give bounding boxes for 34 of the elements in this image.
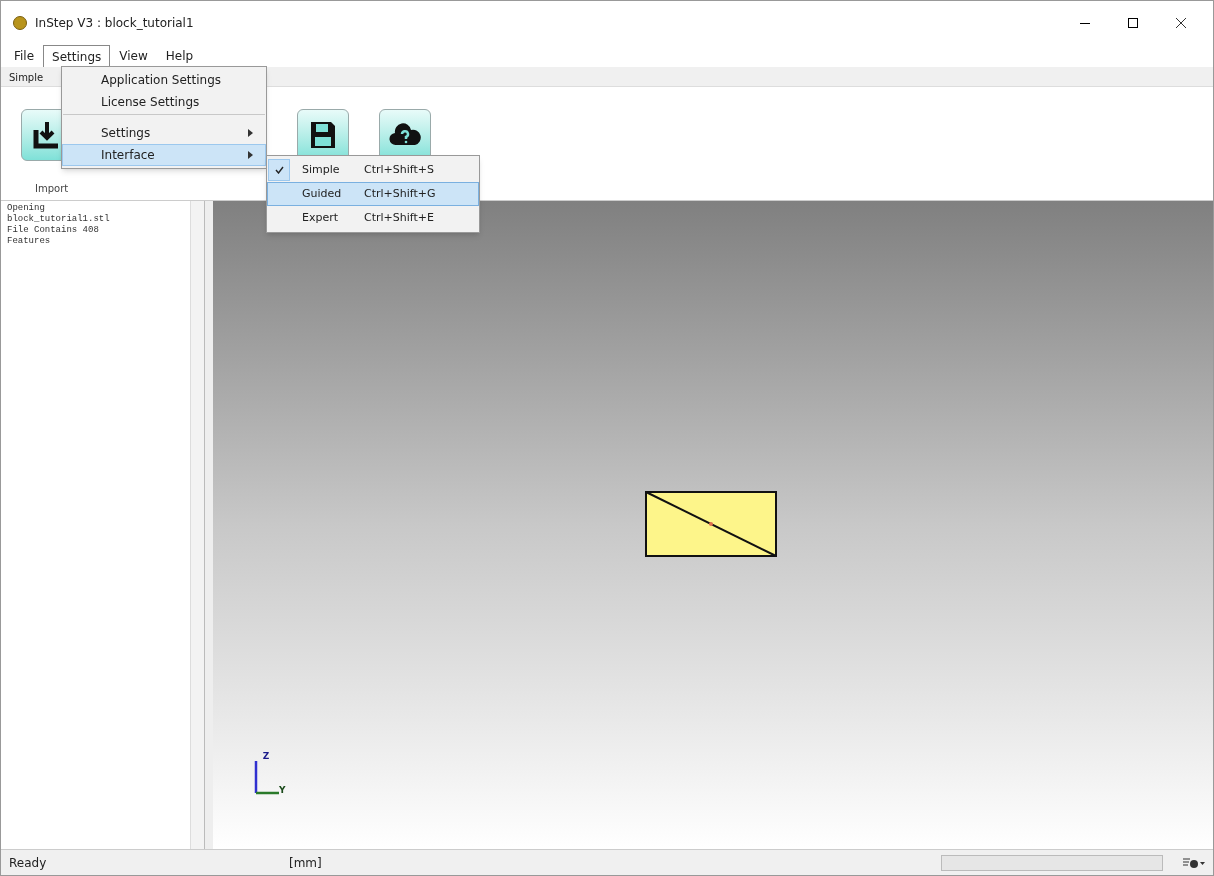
close-icon — [1175, 17, 1187, 29]
axis-label: Y — [279, 785, 286, 795]
cloud-question-icon — [389, 123, 421, 147]
log-line: block_tutorial1.stl — [7, 214, 111, 225]
submenu-arrow-icon — [248, 128, 253, 137]
units-text: [mm] — [289, 854, 322, 872]
menu-option[interactable]: Settings — [62, 113, 266, 144]
shortcut-text: Ctrl+Shift+G — [364, 185, 436, 202]
menu-option[interactable]: License Settings — [62, 91, 266, 113]
shortcut-text: Ctrl+Shift+S — [364, 161, 434, 178]
filter-icon — [1183, 856, 1205, 869]
log-line: Opening — [7, 203, 46, 214]
axes-drawing — [253, 761, 279, 795]
scrollbar[interactable] — [190, 201, 204, 849]
menu-option[interactable]: Simple Ctrl+Shift+S — [267, 158, 479, 182]
menu-item[interactable]: Help — [156, 45, 203, 67]
submenu-arrow-icon — [248, 151, 253, 159]
log-line: File Contains 408 — [7, 225, 100, 236]
menu-item[interactable]: View — [110, 45, 157, 67]
shortcut-text: Ctrl+Shift+E — [364, 209, 434, 226]
menu-option[interactable]: Guided Ctrl+Shift+G — [267, 182, 479, 206]
menu-option[interactable]: Application Settings — [62, 69, 266, 91]
log-line: Features — [7, 236, 52, 247]
menu-item[interactable]: File — [5, 45, 44, 67]
menu-item[interactable]: Settings — [43, 45, 111, 67]
menu-option[interactable]: Expert Ctrl+Shift+E — [267, 206, 479, 230]
ribbon-button-label: Import — [35, 182, 69, 196]
axis-label: Z — [262, 751, 270, 761]
menu-option[interactable]: Interface — [62, 144, 266, 166]
checkmark-icon — [274, 166, 284, 174]
app-logo-icon — [13, 16, 27, 30]
window-title: InStep V3 : block_tutorial1 — [35, 15, 194, 32]
ribbon-tab[interactable]: Simple — [5, 68, 48, 86]
status-text: Ready — [9, 854, 48, 872]
